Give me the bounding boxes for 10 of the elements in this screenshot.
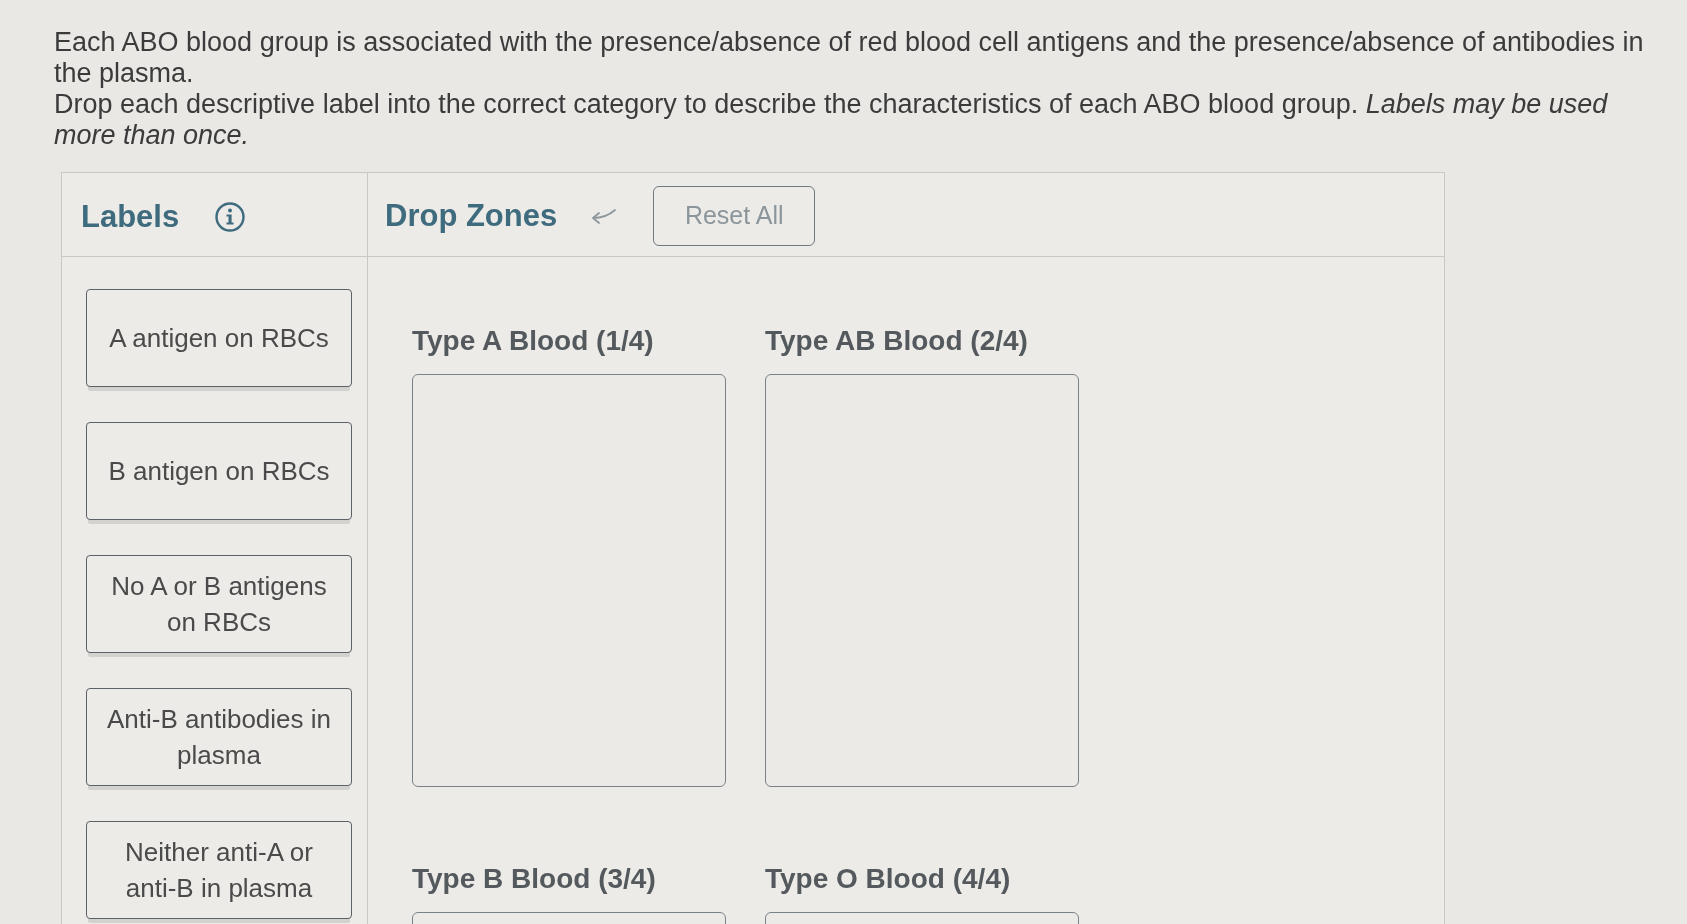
instruction-text: Drop each descriptive label into the correct category to describe the characteristics of each ABO blood group. Labels may be used more than once. xyxy=(54,89,1609,151)
drop-zones-heading: Drop Zones xyxy=(385,200,558,231)
drop-zone-title: Type B Blood (3/4) xyxy=(412,862,657,896)
instruction-text: Each ABO blood group is associated with the presence/absence of red blood cell antigens and the presence/absence of antibodies in the plasma. xyxy=(54,27,1645,89)
undo-icon[interactable] xyxy=(591,206,618,225)
info-icon[interactable] xyxy=(215,201,246,232)
drop-zone-title: Type A Blood (1/4) xyxy=(412,324,655,358)
drop-zone-title: Type AB Blood (2/4) xyxy=(765,324,1029,358)
drop-zone-title: Type O Blood (4/4) xyxy=(765,862,1012,896)
labels-heading: Labels xyxy=(81,201,180,232)
